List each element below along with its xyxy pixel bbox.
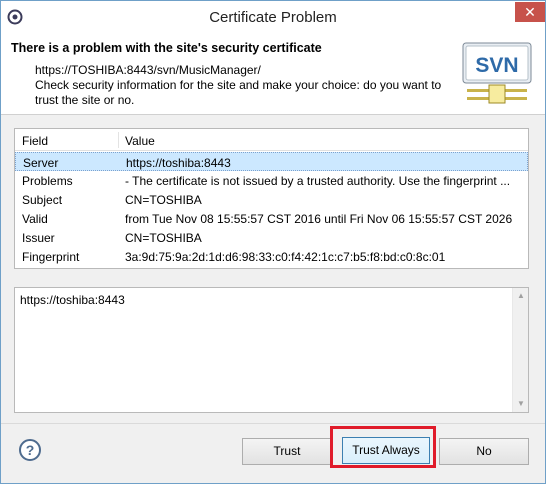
table-header: Field Value xyxy=(15,129,528,151)
row-field: Issuer xyxy=(22,231,55,245)
dialog-header: There is a problem with the site's secur… xyxy=(1,35,545,115)
header-title: There is a problem with the site's secur… xyxy=(11,41,322,55)
row-value: from Tue Nov 08 15:55:57 CST 2016 until … xyxy=(125,212,513,226)
row-value: - The certificate is not issued by a tru… xyxy=(125,174,511,188)
row-value: CN=TOSHIBA xyxy=(125,231,202,245)
details-text: https://toshiba:8443 xyxy=(20,293,125,307)
table-row[interactable]: Valid from Tue Nov 08 15:55:57 CST 2016 … xyxy=(15,209,528,228)
site-url: https://TOSHIBA:8443/svn/MusicManager/ xyxy=(35,63,261,77)
header-message: Check security information for the site … xyxy=(35,78,442,107)
row-field: Server xyxy=(23,156,59,170)
row-field: Problems xyxy=(22,174,73,188)
header-description: https://TOSHIBA:8443/svn/MusicManager/ C… xyxy=(35,63,445,108)
window-title: Certificate Problem xyxy=(209,9,337,26)
row-field: Fingerprint xyxy=(22,250,80,264)
details-scrollbar[interactable]: ▲ ▼ xyxy=(512,288,528,412)
column-header-field[interactable]: Field xyxy=(22,134,48,148)
table-row[interactable]: Server https://toshiba:8443 xyxy=(15,152,528,171)
scroll-down-icon[interactable]: ▼ xyxy=(513,396,529,412)
highlight-annotation xyxy=(330,426,436,468)
svn-logo-text: SVN xyxy=(475,54,518,77)
row-field: Valid xyxy=(22,212,48,226)
scroll-up-icon[interactable]: ▲ xyxy=(513,288,529,304)
certificate-problem-dialog: Certificate Problem ✕ There is a problem… xyxy=(0,0,546,484)
row-value: https://toshiba:8443 xyxy=(126,156,231,170)
no-button[interactable]: No xyxy=(439,438,529,465)
svn-logo-icon: SVN xyxy=(462,42,532,104)
table-row[interactable]: Subject CN=TOSHIBA xyxy=(15,190,528,209)
column-divider xyxy=(118,132,119,148)
footer-divider xyxy=(1,423,545,424)
row-value: 3a:9d:75:9a:2d:1d:d6:98:33:c0:f4:42:1c:c… xyxy=(125,250,446,264)
table-row[interactable]: Problems - The certificate is not issued… xyxy=(15,171,528,190)
row-field: Subject xyxy=(22,193,63,207)
title-bar[interactable]: Certificate Problem ✕ xyxy=(1,1,545,35)
close-button[interactable]: ✕ xyxy=(515,2,545,22)
table-row[interactable]: Issuer CN=TOSHIBA xyxy=(15,228,528,247)
table-row[interactable]: Fingerprint 3a:9d:75:9a:2d:1d:d6:98:33:c… xyxy=(15,247,528,266)
trust-button[interactable]: Trust xyxy=(242,438,332,465)
help-icon[interactable]: ? xyxy=(19,439,41,461)
details-text-area[interactable]: https://toshiba:8443 ▲ ▼ xyxy=(14,287,529,413)
column-header-value[interactable]: Value xyxy=(125,134,155,148)
row-value: CN=TOSHIBA xyxy=(125,193,202,207)
certificate-details-table[interactable]: Field Value Server https://toshiba:8443 … xyxy=(14,128,529,269)
